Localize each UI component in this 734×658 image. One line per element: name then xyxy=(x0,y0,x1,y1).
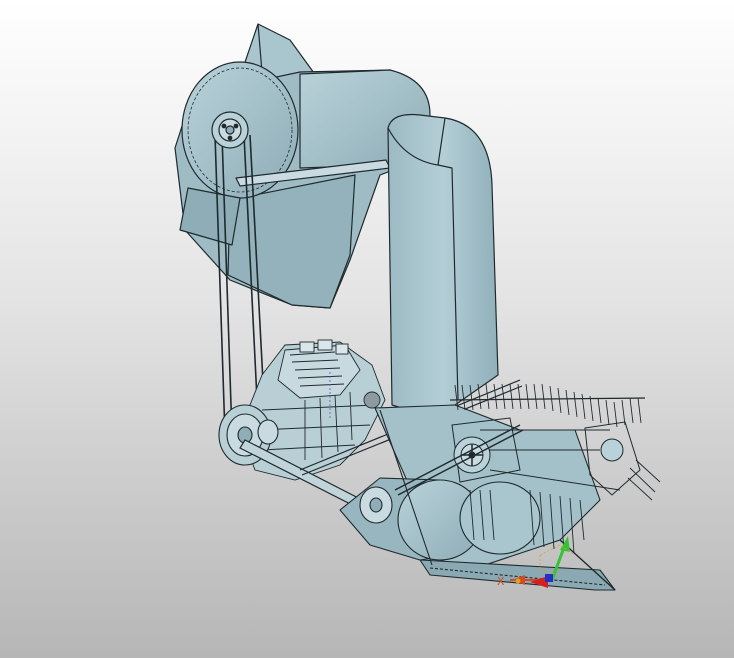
3d-viewport[interactable]: X xyxy=(0,0,734,658)
pulley-icon xyxy=(359,486,393,524)
pulley-icon xyxy=(211,111,249,149)
combine-harvester-model[interactable]: X xyxy=(0,0,734,658)
elevator-chute[interactable] xyxy=(387,113,499,411)
x-axis-label: X xyxy=(497,575,505,588)
